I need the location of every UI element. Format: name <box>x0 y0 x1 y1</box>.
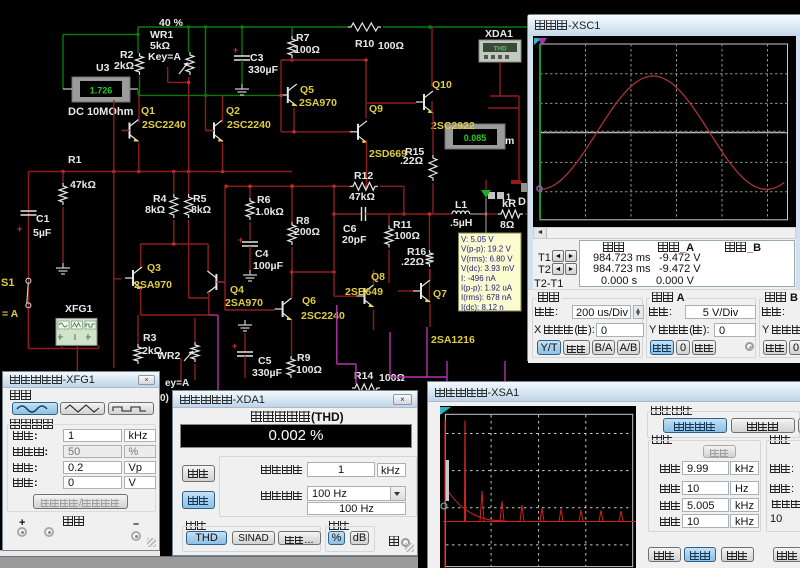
svg-text:+: + <box>17 224 22 234</box>
svg-text:Q7: Q7 <box>433 288 447 300</box>
svg-text:C3: C3 <box>250 52 264 64</box>
svg-text:330µF: 330µF <box>252 367 283 379</box>
svg-text:.5µH: .5µH <box>450 217 472 229</box>
svg-text:100Ω: 100Ω <box>294 44 320 56</box>
svg-text:XFG1: XFG1 <box>65 303 93 315</box>
svg-text:Q4: Q4 <box>230 284 244 296</box>
svg-text:Q10: Q10 <box>432 79 452 91</box>
svg-text:.22Ω: .22Ω <box>401 256 424 268</box>
svg-text:R7: R7 <box>296 32 310 44</box>
svg-text:2SA970: 2SA970 <box>134 279 172 291</box>
svg-text:U3: U3 <box>96 62 110 74</box>
svg-text:Q9: Q9 <box>369 103 383 115</box>
svg-text:R12: R12 <box>354 170 373 182</box>
svg-text:2SB649: 2SB649 <box>345 286 383 298</box>
svg-text:L1: L1 <box>455 199 467 211</box>
svg-text:0): 0) <box>160 393 169 404</box>
svg-text:0.085: 0.085 <box>464 133 487 143</box>
svg-text:ey=A: ey=A <box>165 378 189 389</box>
svg-text:100Ω: 100Ω <box>394 230 420 242</box>
svg-text:R3: R3 <box>143 332 157 344</box>
svg-text:5µF: 5µF <box>33 227 52 239</box>
svg-text:m: m <box>505 135 514 147</box>
svg-text:R1: R1 <box>68 154 82 166</box>
svg-text:330µF: 330µF <box>248 64 279 76</box>
svg-text:Q8: Q8 <box>371 271 385 283</box>
svg-text:Q2: Q2 <box>226 105 240 117</box>
svg-text:2SC2240: 2SC2240 <box>227 119 271 131</box>
svg-text:Key=A: Key=A <box>148 51 181 63</box>
svg-text:+: + <box>238 235 243 245</box>
svg-text:100µF: 100µF <box>253 260 284 272</box>
svg-text:V(dc): 3.93 mV: V(dc): 3.93 mV <box>461 264 515 273</box>
svg-text:= A: = A <box>2 308 19 320</box>
svg-text:Q1: Q1 <box>141 105 155 117</box>
svg-text:Q5: Q5 <box>300 84 314 96</box>
svg-text:D: D <box>518 196 526 208</box>
svg-text:47kΩ: 47kΩ <box>349 191 375 203</box>
svg-text:XDA1: XDA1 <box>485 28 513 40</box>
svg-text:2kΩ: 2kΩ <box>114 60 134 72</box>
svg-text:I(p-p): 1.92 uA: I(p-p): 1.92 uA <box>461 284 513 293</box>
svg-text:I(dc): 8.12 n: I(dc): 8.12 n <box>461 303 504 312</box>
svg-text:20pF: 20pF <box>342 234 367 246</box>
svg-text:C5: C5 <box>258 355 272 367</box>
svg-text:47kΩ: 47kΩ <box>70 179 96 191</box>
svg-text:1.0kΩ: 1.0kΩ <box>255 206 284 218</box>
svg-text:R9: R9 <box>297 352 311 364</box>
svg-text:I(rms): 678 nA: I(rms): 678 nA <box>461 293 512 302</box>
svg-text:2SC2922: 2SC2922 <box>431 120 475 132</box>
svg-text:8kΩ: 8kΩ <box>145 204 165 216</box>
svg-text:1.726: 1.726 <box>90 86 113 96</box>
svg-text:100Ω: 100Ω <box>379 372 405 384</box>
svg-text:V(p-p): 19.2 V: V(p-p): 19.2 V <box>461 245 511 254</box>
svg-text:.22Ω: .22Ω <box>400 155 423 167</box>
svg-text:2SA970: 2SA970 <box>225 297 263 309</box>
svg-text:2SC2240: 2SC2240 <box>142 119 186 131</box>
svg-text:WR2: WR2 <box>157 350 180 362</box>
svg-text:kR: kR <box>502 198 516 210</box>
svg-text:8Ω: 8Ω <box>500 219 514 231</box>
svg-text:THD: THD <box>493 46 507 53</box>
svg-text:+: + <box>233 45 238 55</box>
svg-text:Q6: Q6 <box>302 295 316 307</box>
svg-text:100Ω: 100Ω <box>378 40 404 52</box>
svg-text:200Ω: 200Ω <box>294 226 320 238</box>
svg-text:V(rms): 6.80 V: V(rms): 6.80 V <box>461 254 513 263</box>
svg-text:R6: R6 <box>257 194 271 206</box>
svg-text:2SA1216: 2SA1216 <box>431 334 475 346</box>
svg-text:Q3: Q3 <box>147 262 161 274</box>
svg-text:C1: C1 <box>36 213 50 225</box>
svg-text:+: + <box>232 341 237 351</box>
svg-text:100Ω: 100Ω <box>296 364 322 376</box>
svg-text:I: -496 nA: I: -496 nA <box>461 274 496 283</box>
svg-text:8kΩ: 8kΩ <box>191 204 211 216</box>
svg-text:2SA970: 2SA970 <box>299 97 337 109</box>
svg-text:C4: C4 <box>255 248 269 260</box>
svg-text:DC 10MOhm: DC 10MOhm <box>68 106 134 118</box>
svg-text:V: 5.05 V: V: 5.05 V <box>461 235 494 244</box>
svg-text:2SC2240: 2SC2240 <box>301 310 345 322</box>
svg-text:S1: S1 <box>1 277 14 289</box>
svg-text:40 %: 40 % <box>159 17 184 29</box>
svg-text:R10: R10 <box>355 38 374 50</box>
svg-text:R14: R14 <box>354 370 373 382</box>
